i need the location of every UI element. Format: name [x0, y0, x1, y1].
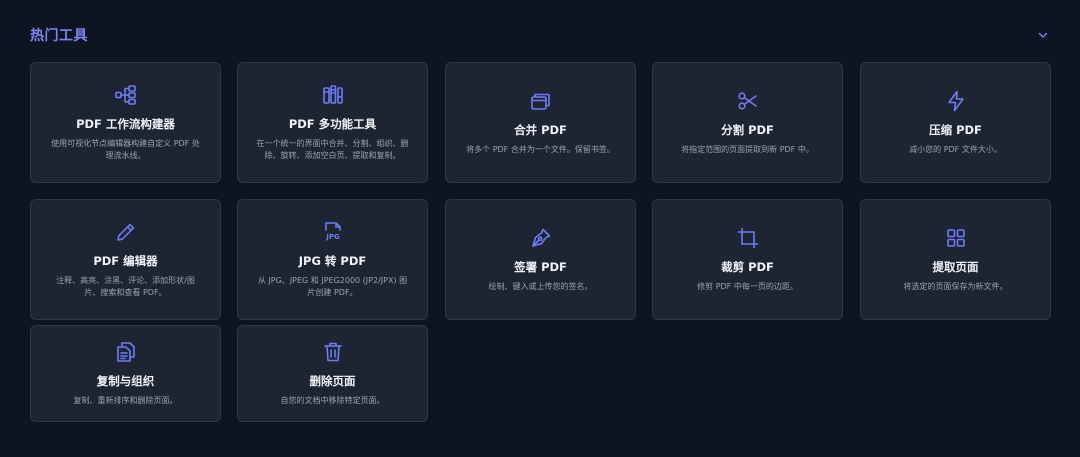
tool-card-workflow[interactable]: PDF 工作流构建器 使用可视化节点编辑器构建自定义 PDF 处理流水线。	[30, 62, 221, 183]
trash-icon	[321, 340, 345, 364]
tool-description: 在一个统一的界面中合并、分割、组织、删除、旋转、添加空白页、提取和复制。	[256, 139, 409, 160]
tool-card-compress[interactable]: 压缩 PDF 减小您的 PDF 文件大小。	[860, 62, 1051, 183]
tool-card-jpg-to-pdf[interactable]: JPG JPG 转 PDF 从 JPG、JPEG 和 JPEG2000 (JP2…	[237, 199, 428, 320]
section-header: 热门工具	[30, 24, 1052, 46]
svg-text:JPG: JPG	[325, 233, 340, 241]
tool-title: 复制与组织	[96, 374, 155, 388]
tool-title: PDF 多功能工具	[288, 117, 377, 131]
tool-title: 签署 PDF	[514, 260, 567, 274]
tool-card-sign[interactable]: 签署 PDF 绘制、键入或上传您的签名。	[445, 199, 636, 320]
tool-title: 合并 PDF	[514, 123, 567, 137]
lightning-icon	[944, 89, 968, 113]
tool-description: 将指定范围的页面提取到新 PDF 中。	[681, 145, 814, 154]
tool-description: 自您的文档中移除特定页面。	[280, 396, 385, 405]
tool-title: 分割 PDF	[721, 123, 774, 137]
crop-icon	[736, 226, 760, 250]
tool-card-split[interactable]: 分割 PDF 将指定范围的页面提取到新 PDF 中。	[652, 62, 843, 183]
tool-description: 从 JPG、JPEG 和 JPEG2000 (JP2/JPX) 图片创建 PDF…	[257, 276, 408, 297]
tool-description: 将多个 PDF 合并为一个文件。保留书签。	[466, 145, 615, 154]
tool-description: 使用可视化节点编辑器构建自定义 PDF 处理流水线。	[51, 139, 200, 160]
tool-title: 提取页面	[932, 260, 979, 274]
pen-nib-icon	[529, 226, 553, 250]
merge-icon	[529, 89, 553, 113]
tool-title: 裁剪 PDF	[721, 260, 774, 274]
tool-title: JPG 转 PDF	[298, 254, 367, 268]
tool-card-extract-pages[interactable]: 提取页面 将选定的页面保存为新文件。	[860, 199, 1051, 320]
chevron-down-icon[interactable]	[1034, 26, 1052, 44]
tool-card-merge[interactable]: 合并 PDF 将多个 PDF 合并为一个文件。保留书签。	[445, 62, 636, 183]
copy-pages-icon	[114, 340, 138, 364]
tool-description: 减小您的 PDF 文件大小。	[909, 145, 1002, 154]
grid-icon	[944, 226, 968, 250]
tool-card-delete-pages[interactable]: 删除页面 自您的文档中移除特定页面。	[237, 325, 428, 422]
scissors-icon	[736, 89, 760, 113]
tool-description: 修剪 PDF 中每一页的边距。	[697, 282, 798, 291]
tool-title: 压缩 PDF	[929, 123, 982, 137]
tool-title: PDF 编辑器	[93, 254, 158, 268]
tool-title: 删除页面	[309, 374, 356, 388]
tool-card-editor[interactable]: PDF 编辑器 注释、高亮、涂黑、评论、添加形状/图片、搜索和查看 PDF。	[30, 199, 221, 320]
jpg-file-icon: JPG	[321, 220, 345, 244]
tool-card-copy-organize[interactable]: 复制与组织 复制、重新排序和删除页面。	[30, 325, 221, 422]
tool-description: 绘制、键入或上传您的签名。	[488, 282, 593, 291]
tool-card-crop[interactable]: 裁剪 PDF 修剪 PDF 中每一页的边距。	[652, 199, 843, 320]
tool-description: 复制、重新排序和删除页面。	[73, 396, 178, 405]
tool-card-multitool[interactable]: PDF 多功能工具 在一个统一的界面中合并、分割、组织、删除、旋转、添加空白页、…	[237, 62, 428, 183]
tool-description: 将选定的页面保存为新文件。	[903, 282, 1008, 291]
multitool-icon	[321, 83, 345, 107]
tool-description: 注释、高亮、涂黑、评论、添加形状/图片、搜索和查看 PDF。	[56, 276, 195, 297]
pencil-icon	[114, 220, 138, 244]
tool-title: PDF 工作流构建器	[76, 117, 175, 131]
section-title: 热门工具	[30, 28, 88, 44]
workflow-icon	[114, 83, 138, 107]
